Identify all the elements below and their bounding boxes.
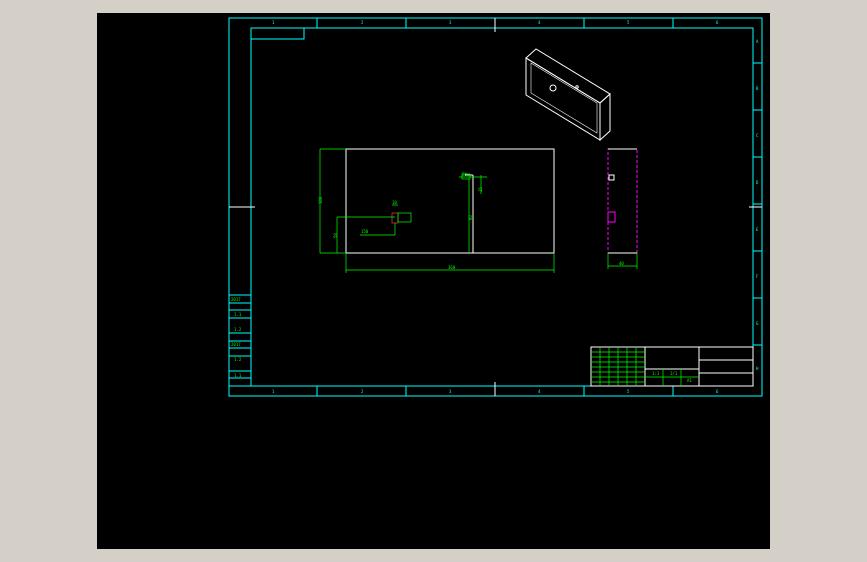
dim-slot-offset: 50 [462,172,467,177]
zone-top-4: 4 [538,20,541,25]
drawing-sheet: 1 2 3 4 5 6 1 2 3 4 5 6 A B C D E F G H [228,17,763,397]
front-view [345,148,555,254]
dim-slot-depth: 60 [468,215,473,220]
isometric-view [525,48,611,142]
cad-drawing-viewport[interactable]: 1 2 3 4 5 6 1 2 3 4 5 6 A B C D E F G H [97,13,770,549]
dim-overall-width: 360 [448,265,456,270]
zone-bottom-1: 1 [272,389,275,394]
zone-top-1: 1 [272,20,275,25]
outer-border [228,17,763,397]
revision-cell-1: 2017 [231,297,241,302]
zone-right-b: B [756,86,759,91]
zone-bottom-2: 2 [361,389,364,394]
dim-hole-size: 10 [392,200,397,205]
inner-frame [250,27,754,387]
zone-bottom-6: 6 [716,389,719,394]
zone-right-f: F [756,274,759,279]
dim-side-width: 40 [619,261,624,266]
title-scale: 1:1 [652,371,660,376]
zone-right-g: G [756,321,759,326]
zone-top-5: 5 [627,20,630,25]
zone-bottom-3: 3 [449,389,452,394]
zone-top-6: 6 [716,20,719,25]
right-zone-ticks [753,62,762,346]
revision-cell-6: 1.1 [234,373,242,378]
revision-cell-4: 2017 [231,342,241,347]
front-view-dimensions [319,148,555,273]
revision-cell-2: 1.1 [234,312,242,317]
dim-hole-y: 58 [333,233,338,238]
title-sheet: 1/1 [670,371,678,376]
side-view [607,148,638,269]
zone-top-2: 2 [361,20,364,25]
dim-overall-height: 180 [318,196,323,204]
zone-bottom-5: 5 [627,389,630,394]
zone-right-d: D [756,180,759,185]
zone-right-e: E [756,227,759,232]
zone-right-a: A [756,39,759,44]
zone-bottom-4: 4 [538,389,541,394]
zone-top-3: 3 [449,20,452,25]
zone-right-c: C [756,133,759,138]
title-rev: A1 [687,378,692,383]
dim-slot-width: 15 [478,187,483,192]
zone-right-h: H [756,366,759,371]
revision-cell-5: 1.2 [234,357,242,362]
revision-cell-3: 1.2 [234,327,242,332]
drawing-number-box [251,28,305,40]
title-block [590,346,754,387]
dim-hole-x: 150 [361,229,369,234]
